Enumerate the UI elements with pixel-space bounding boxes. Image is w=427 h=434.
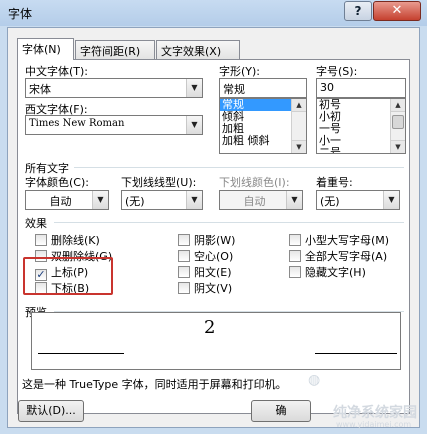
font-style-list[interactable]: 常规 倾斜 加粗 加粗 倾斜 ▲ ▼	[219, 98, 307, 154]
checkbox-box[interactable]	[35, 234, 47, 246]
watermark-url: www.yidaimei.com	[336, 420, 412, 429]
checkbox-box[interactable]	[178, 250, 190, 262]
ok-button[interactable]: 确	[251, 400, 311, 422]
title-bar[interactable]: 字体 ? ✕	[0, 0, 427, 26]
font-size-scrollbar[interactable]: ▲ ▼	[390, 99, 405, 153]
tab-text-effects[interactable]: 文字效果(X)	[156, 40, 240, 60]
strikethrough-checkbox[interactable]: 删除线(K)	[35, 232, 100, 248]
checkbox-label: 小型大写字母(M)	[305, 234, 390, 247]
checkbox-label: 全部大写字母(A)	[305, 250, 388, 263]
underline-style-label: 下划线线型(U):	[121, 176, 197, 189]
chevron-down-icon[interactable]: ▼	[286, 191, 302, 209]
underline-color-label: 下划线颜色(I):	[219, 176, 290, 189]
checkbox-label: 阴影(W)	[194, 234, 236, 247]
close-button[interactable]: ✕	[373, 1, 421, 21]
tab-character-spacing[interactable]: 字符间距(R)	[75, 40, 155, 60]
underline-color-select[interactable]: 自动 ▼	[219, 190, 303, 210]
font-color-select[interactable]: 自动 ▼	[25, 190, 109, 210]
font-size-value: 30	[320, 81, 334, 94]
baseline-left	[38, 353, 124, 354]
scroll-up-icon[interactable]: ▲	[391, 99, 405, 112]
effects-heading: 效果	[25, 217, 47, 230]
font-style-scrollbar[interactable]: ▲ ▼	[291, 99, 306, 153]
checkbox-label: 阴文(V)	[194, 282, 233, 295]
preview-box: 2	[31, 312, 401, 370]
dialog-body: 字体(N) 字符间距(R) 文字效果(X) 中文字体(T): 宋体 ▼ 西文字体…	[7, 27, 420, 429]
chinese-font-select[interactable]: 宋体 ▼	[25, 78, 203, 98]
chinese-font-value: 宋体	[29, 83, 51, 96]
chevron-down-icon[interactable]: ▼	[186, 79, 202, 97]
checkbox-box[interactable]	[289, 250, 301, 262]
baseline-right	[315, 353, 397, 354]
shadow-checkbox[interactable]: 阴影(W)	[178, 232, 235, 248]
checkbox-label: 隐藏文字(H)	[305, 266, 366, 279]
font-style-input[interactable]: 常规	[219, 78, 307, 98]
emphasis-value: (无)	[320, 195, 340, 208]
emphasis-select[interactable]: (无) ▼	[316, 190, 400, 210]
checkbox-label: 删除线(K)	[51, 234, 100, 247]
checkbox-label: 空心(O)	[194, 250, 234, 263]
divider	[74, 167, 404, 168]
underline-color-value: 自动	[243, 195, 266, 208]
engrave-checkbox[interactable]: 阴文(V)	[178, 280, 232, 296]
emboss-checkbox[interactable]: 阳文(E)	[178, 264, 232, 280]
chevron-down-icon[interactable]: ▼	[186, 191, 202, 209]
divider	[54, 222, 404, 223]
chinese-font-label: 中文字体(T):	[25, 65, 89, 78]
chevron-down-icon[interactable]: ▼	[92, 191, 108, 209]
watermark-text: 纯净系统家园	[333, 405, 417, 421]
checkbox-box[interactable]	[178, 282, 190, 294]
font-color-value: 自动	[49, 195, 72, 208]
checkbox-box[interactable]	[178, 234, 190, 246]
highlight-annotation	[23, 257, 113, 295]
chevron-down-icon[interactable]: ▼	[383, 191, 399, 209]
underline-style-value: (无)	[125, 195, 145, 208]
font-color-label: 字体颜色(C):	[25, 176, 89, 189]
font-style-label: 字形(Y):	[219, 65, 261, 78]
western-font-select[interactable]: Times New Roman ▼	[25, 115, 203, 135]
font-style-value: 常规	[223, 83, 245, 96]
underline-style-select[interactable]: (无) ▼	[121, 190, 203, 210]
small-caps-checkbox[interactable]: 小型大写字母(M)	[289, 232, 389, 248]
font-info-note: 这是一种 TrueType 字体，同时适用于屏幕和打印机。	[22, 378, 287, 391]
font-size-input[interactable]: 30	[316, 78, 406, 98]
hidden-checkbox[interactable]: 隐藏文字(H)	[289, 264, 366, 280]
outline-checkbox[interactable]: 空心(O)	[178, 248, 233, 264]
preview-sample-text: 2	[204, 317, 216, 338]
western-font-value: Times New Roman	[29, 118, 125, 129]
scroll-thumb[interactable]	[392, 115, 404, 129]
font-size-label: 字号(S):	[316, 65, 358, 78]
default-button[interactable]: 默认(D)...	[18, 400, 84, 422]
scroll-up-icon[interactable]: ▲	[292, 99, 306, 112]
checkbox-box[interactable]	[178, 266, 190, 278]
checkbox-label: 阳文(E)	[194, 266, 232, 279]
help-button[interactable]: ?	[344, 1, 372, 21]
window-title: 字体	[8, 7, 33, 21]
tab-font[interactable]: 字体(N)	[17, 38, 74, 60]
chevron-down-icon[interactable]: ▼	[186, 116, 202, 134]
all-caps-checkbox[interactable]: 全部大写字母(A)	[289, 248, 387, 264]
checkbox-box[interactable]	[289, 266, 301, 278]
emphasis-label: 着重号:	[316, 176, 353, 189]
scroll-down-icon[interactable]: ▼	[391, 140, 405, 153]
scroll-down-icon[interactable]: ▼	[292, 140, 306, 153]
checkbox-box[interactable]	[289, 234, 301, 246]
watermark-logo-icon: ◍	[308, 372, 321, 388]
font-size-list[interactable]: 初号 小初 一号 小一 二号 ▲ ▼	[316, 98, 406, 154]
